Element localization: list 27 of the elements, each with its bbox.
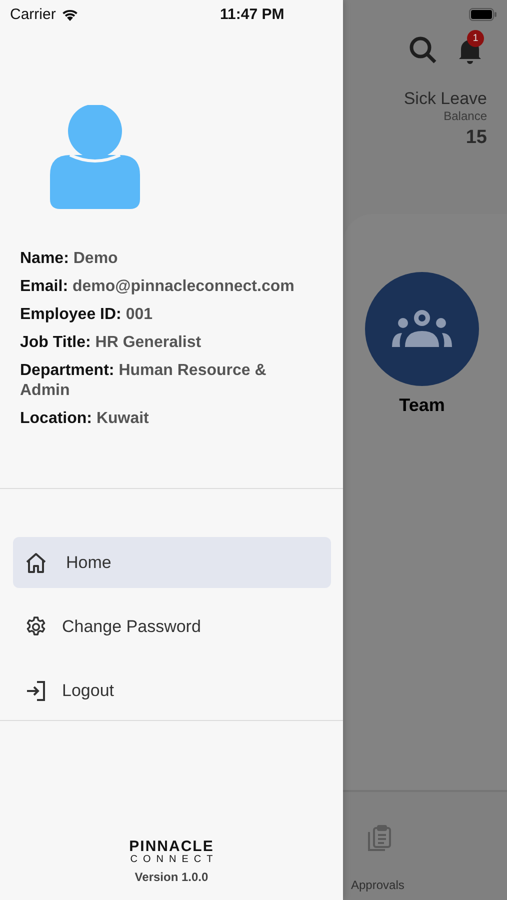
leave-subtitle: Balance [444, 109, 487, 123]
clipboard-icon [366, 824, 392, 852]
logo-subtext: CONNECT [130, 854, 218, 866]
group-icon [391, 309, 453, 349]
version-label: Version 1.0.0 [134, 870, 208, 884]
settings-icon [24, 614, 48, 638]
leave-title: Sick Leave [404, 89, 487, 109]
menu-item[interactable]: Change Password [13, 601, 331, 652]
tile-label: Team [399, 395, 445, 416]
wifi-icon [60, 8, 79, 20]
profile-detail: Name: Demo [20, 249, 119, 269]
notification-badge: 1 [467, 30, 484, 47]
status-time: 11:47 PM [220, 6, 284, 22]
menu-item[interactable]: Logout [13, 665, 331, 716]
profile-detail: Employee ID: 001 [20, 305, 154, 325]
menu-item[interactable]: Home [13, 537, 331, 588]
profile-detail: Location: Kuwait [20, 409, 150, 429]
profile-detail: Email: demo@pinnacleconnect.com [20, 277, 296, 297]
logout-icon [24, 678, 48, 702]
leave-balance: 15 [466, 127, 487, 149]
battery-icon [469, 8, 497, 20]
carrier-label: Carrier [10, 6, 56, 22]
profile-detail: Department: Human Resource & Admin [20, 361, 268, 401]
search-icon[interactable] [409, 36, 437, 64]
profile-detail: Job Title: HR Generalist [20, 333, 202, 353]
logo-text: PINNACLE [129, 839, 214, 854]
home-icon [24, 550, 48, 574]
